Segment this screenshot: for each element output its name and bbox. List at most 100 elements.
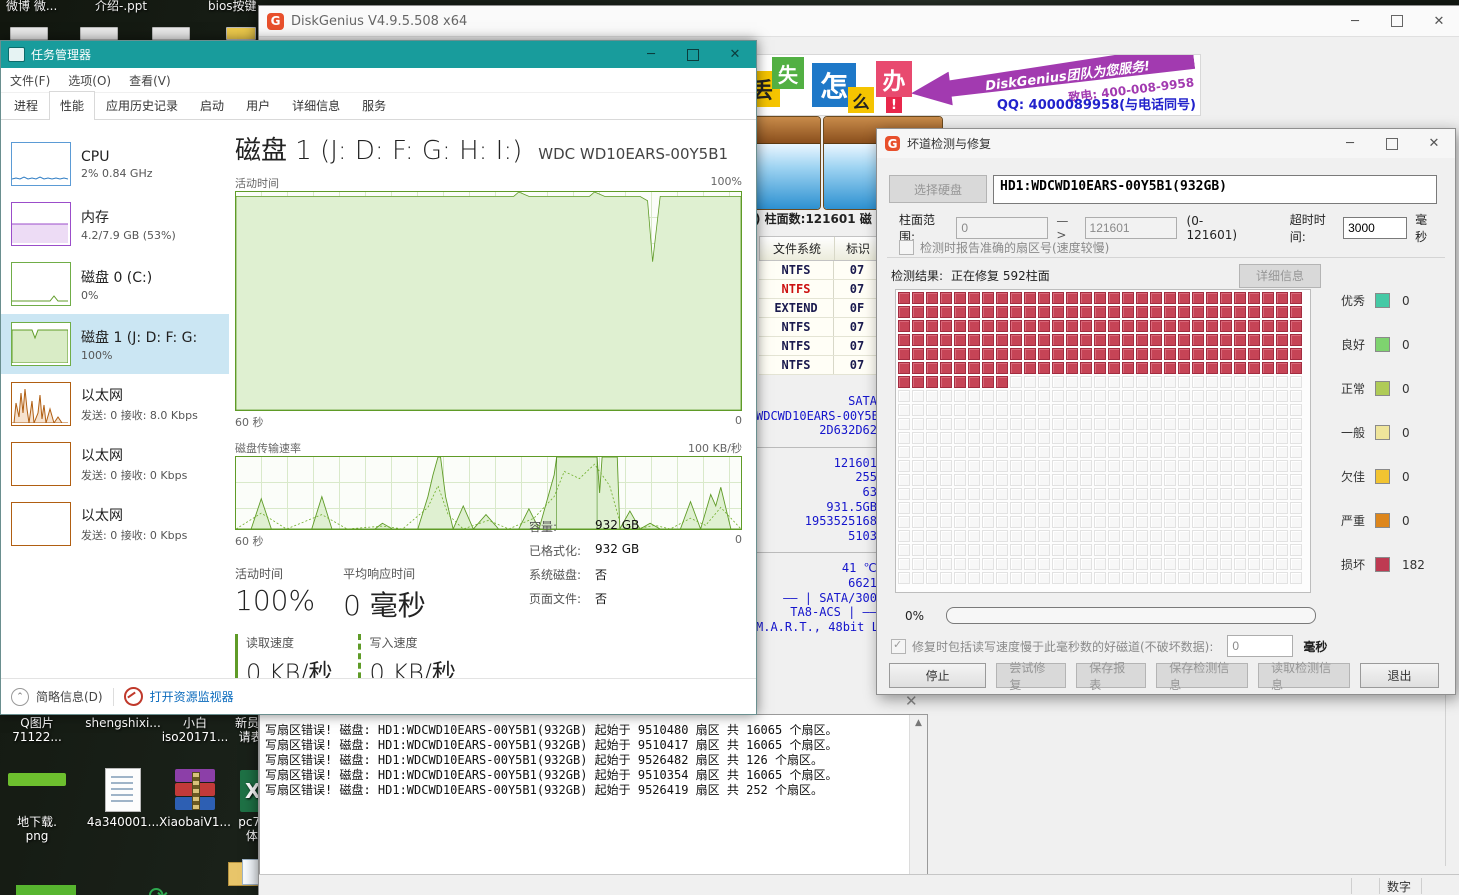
maximize-button[interactable] [1376,6,1418,36]
desktop-icon[interactable] [80,27,118,40]
dialog-titlebar[interactable]: G 坏道检测与修复 ─ ✕ [877,129,1455,158]
bad-sector-dialog: G 坏道检测与修复 ─ ✕ 选择硬盘 HD1:WDCWD10EARS-00Y5B… [876,128,1456,695]
exit-button[interactable]: 退出 [1360,663,1439,688]
sidebar-item-cpu[interactable]: CPU2% 0.84 GHz [1,134,229,194]
banner-qq: QQ: 4000089958(与电话同号) [997,94,1196,113]
sync-icon[interactable] [148,890,174,895]
diskgenius-logo-icon: G [267,13,284,30]
banner-tile: ! [886,97,902,113]
stop-button[interactable]: 停止 [889,663,986,688]
tab-performance[interactable]: 性能 [49,91,95,120]
chevron-up-icon[interactable]: ⌃ [11,688,29,706]
tab-app-history[interactable]: 应用历史记录 [95,91,189,119]
close-button[interactable]: ✕ [1418,6,1459,36]
desktop-icon[interactable] [226,27,256,40]
image-icon [0,766,80,812]
repair-slow-tracks-checkbox[interactable] [891,639,906,654]
sidebar-item-disk0[interactable]: 磁盘 0 (C:)0% [1,254,229,314]
scroll-up-icon[interactable]: ▲ [910,715,927,731]
select-disk-button[interactable]: 选择硬盘 [889,175,987,203]
try-repair-button[interactable]: 尝试修复 [996,663,1066,688]
scrollbar[interactable]: ▲ [909,715,927,881]
save-report-button[interactable]: 保存报表 [1076,663,1146,688]
menu-view[interactable]: 查看(V) [120,72,180,89]
bad-sector-grid [895,289,1311,593]
desktop-icon[interactable]: 地下载. png [0,766,80,843]
desktop-icon[interactable] [10,27,48,40]
legend-swatch [1375,425,1390,440]
cylinder-from-input[interactable] [956,217,1048,239]
tab-users[interactable]: 用户 [235,91,281,119]
diskgenius-titlebar[interactable]: G DiskGenius V4.9.5.508 x64 ─ ✕ [259,6,1459,37]
window-title: 任务管理器 [31,46,630,63]
ethernet-thumbnail-icon [11,502,71,546]
desktop-label[interactable]: 微博 微... [6,0,57,14]
cylinder-to-input[interactable] [1085,217,1177,239]
timeout-input[interactable] [1343,217,1407,239]
less-details-toggle[interactable]: 简略信息(D) [36,688,103,705]
banner-tile: 失 [772,57,804,89]
write-speed-stat: 写入速度 0 KB/秒 [358,634,455,678]
details-button[interactable]: 详细信息 [1239,264,1321,288]
desktop-icon[interactable] [152,27,190,40]
tab-services[interactable]: 服务 [351,91,397,119]
save-detect-info-button[interactable]: 保存检测信息 [1156,663,1248,688]
legend-row-damaged: 损坏182 [1341,556,1425,573]
repair-ms-input[interactable] [1227,635,1293,657]
menu-options[interactable]: 选项(O) [59,72,120,89]
detect-result: 正在修复 592柱面 [951,267,1050,284]
minimize-button[interactable]: ─ [1329,129,1371,158]
memory-thumbnail-icon [11,202,71,246]
performance-main-panel: 磁盘 1 (J: D: F: G: H: I:) WDC WD10EARS-00… [229,120,756,678]
folder-icon[interactable] [228,862,260,886]
partition-block[interactable] [753,116,821,210]
banner-tile: 办 [876,61,912,97]
maximize-button[interactable] [1371,129,1413,158]
tab-details[interactable]: 详细信息 [281,91,351,119]
maximize-button[interactable] [672,41,714,68]
log-panel: 写扇区错误! 磁盘: HD1:WDCWD10EARS-00Y5B1(932GB)… [259,714,928,882]
desktop-label[interactable]: 介绍-.ppt [95,0,147,14]
legend-row-poor: 欠佳0 [1341,468,1410,485]
arrow-icon: —> [1056,214,1076,242]
sidebar-item-memory[interactable]: 内存4.2/7.9 GB (53%) [1,194,229,254]
avg-response-stat: 平均响应时间 0 毫秒 [343,565,426,624]
minimize-button[interactable]: ─ [630,41,672,68]
close-button[interactable]: ✕ [714,41,756,68]
legend-row-good: 良好0 [1341,336,1410,353]
sidebar-item-ethernet3[interactable]: 以太网发送: 0 接收: 0 Kbps [1,494,229,554]
dialog-title: 坏道检测与修复 [907,135,1329,152]
report-sector-checkbox[interactable] [899,240,914,255]
desktop-label[interactable]: bios按键 [208,0,257,14]
menu-file[interactable]: 文件(F) [1,72,59,89]
banner-tile: 么 [848,87,874,113]
legend-row-severe: 严重0 [1341,512,1410,529]
open-resource-monitor-link[interactable]: 打开资源监视器 [150,688,234,705]
cpu-thumbnail-icon [11,142,71,186]
legend-swatch [1375,381,1390,396]
tab-startup[interactable]: 启动 [189,91,235,119]
sidebar-item-ethernet2[interactable]: 以太网发送: 0 接收: 0 Kbps [1,434,229,494]
log-line: 写扇区错误! 磁盘: HD1:WDCWD10EARS-00Y5B1(932GB)… [265,723,905,738]
legend-swatch [1375,557,1390,572]
legend-row-excellent: 优秀0 [1341,292,1410,309]
numlock-indicator: 数字 [1387,878,1411,895]
image-icon[interactable] [16,885,76,895]
legend-swatch [1375,293,1390,308]
minimize-button[interactable]: ─ [1334,6,1376,36]
performance-sidebar: CPU2% 0.84 GHz 内存4.2/7.9 GB (53%) 磁盘 0 (… [1,120,229,678]
desktop-icon[interactable]: Q图片 71122... [0,716,80,744]
active-time-stat: 活动时间 100% [235,565,315,624]
progress-bar [946,607,1316,624]
legend-swatch [1375,513,1390,528]
load-detect-info-button[interactable]: 读取检测信息 [1258,663,1350,688]
task-manager-titlebar[interactable]: 任务管理器 ─ ✕ [1,41,756,68]
sidebar-item-ethernet1[interactable]: 以太网发送: 0 接收: 8.0 Kbps [1,374,229,434]
log-line: 写扇区错误! 磁盘: HD1:WDCWD10EARS-00Y5B1(932GB)… [265,753,905,768]
window-title: DiskGenius V4.9.5.508 x64 [291,14,1334,29]
tab-processes[interactable]: 进程 [3,91,49,119]
sidebar-item-disk1[interactable]: 磁盘 1 (J: D: F: G:100% [1,314,229,374]
close-button[interactable]: ✕ [1413,129,1455,158]
status-bar: 数字 [259,874,1459,895]
ethernet-thumbnail-icon [11,442,71,486]
